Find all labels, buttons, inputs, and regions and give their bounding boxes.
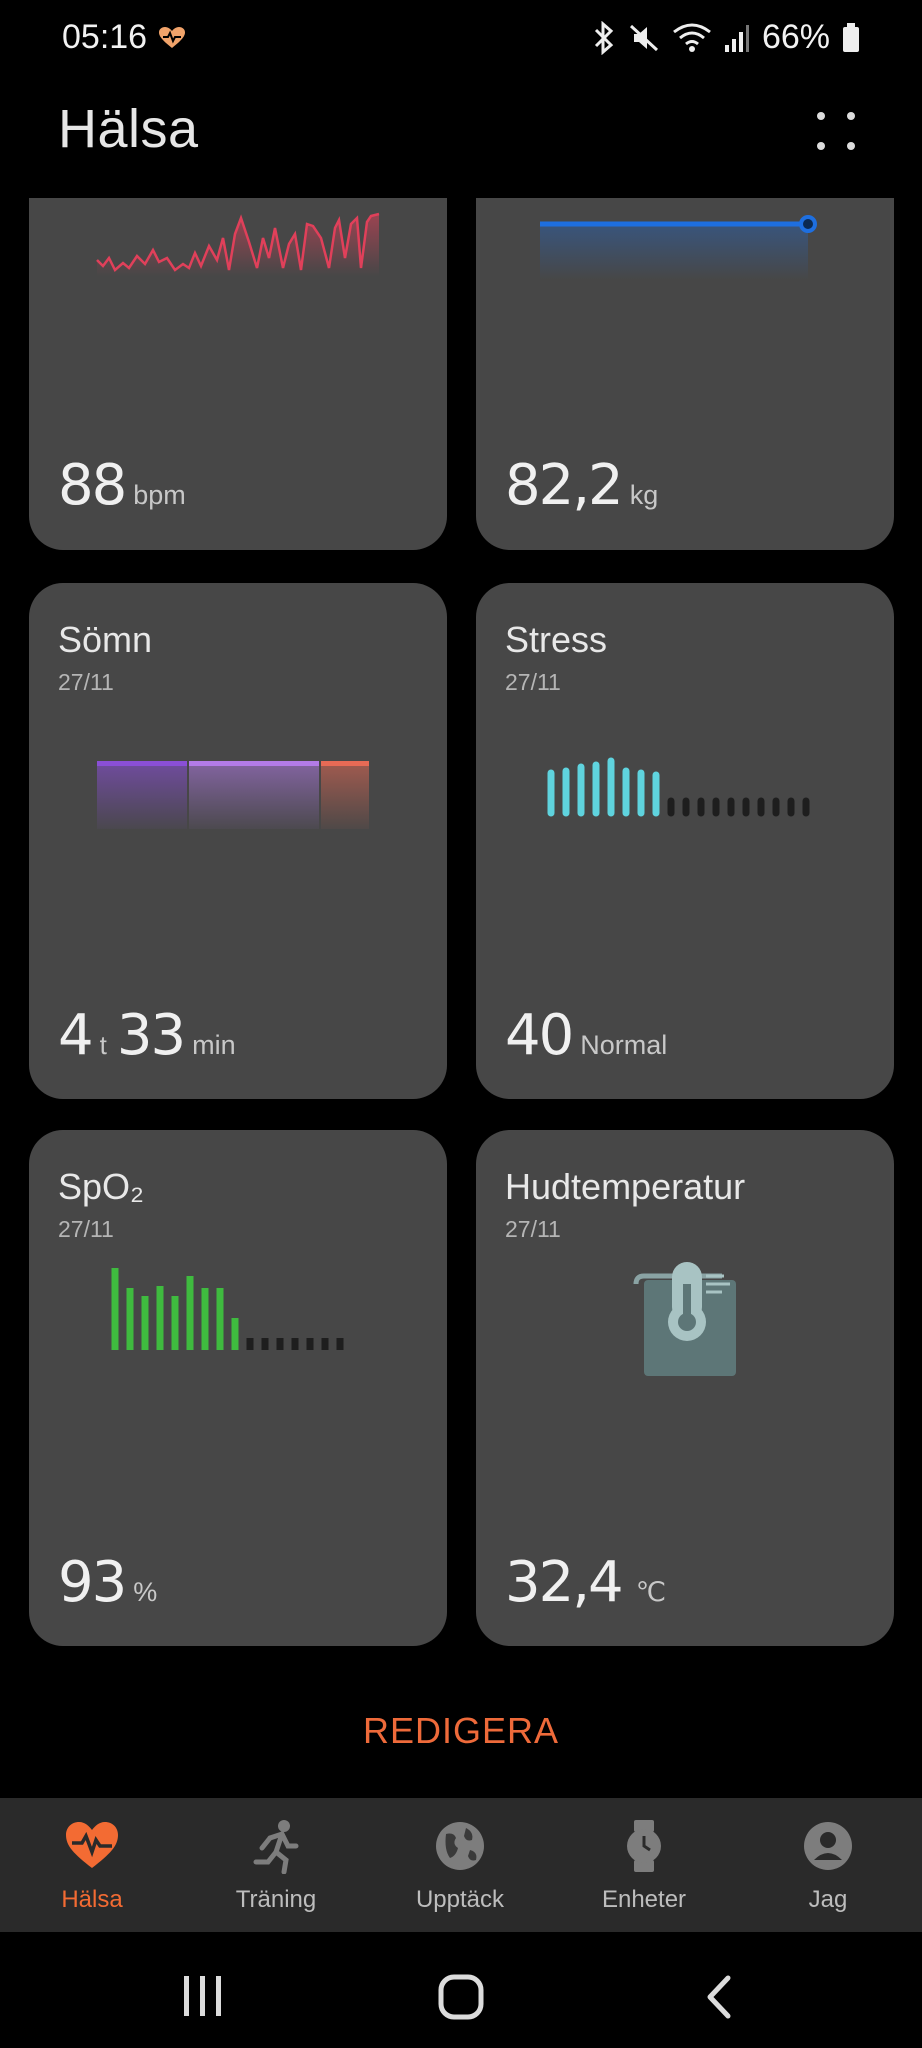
edit-button[interactable]: REDIGERA [0, 1710, 922, 1752]
status-icons: 66% [592, 18, 860, 57]
watch-icon [627, 1820, 661, 1872]
battery-percent: 66% [761, 18, 830, 56]
page-title: Hälsa [58, 99, 199, 159]
recent-apps-icon[interactable] [180, 1974, 226, 2018]
profile-icon [804, 1822, 852, 1870]
status-time: 05:16 [62, 18, 148, 56]
weight-chart [540, 215, 817, 280]
spo2-date: 27/11 [58, 1216, 114, 1242]
health-cards-scroll[interactable]: 88 bpm 82,2 kg Sömn 27/11 4 t 33 min Str… [0, 198, 922, 1798]
sleep-date: 27/11 [58, 669, 114, 695]
skin-temperature-title: Hudtemperatur [505, 1166, 746, 1207]
thermometer-icon [633, 1262, 736, 1376]
nav-label-traning: Träning [235, 1886, 317, 1913]
wifi-icon [672, 22, 712, 54]
signal-icon [724, 23, 750, 53]
more-options-icon[interactable] [802, 106, 862, 156]
sleep-chart [97, 761, 369, 829]
nav-item-upptack[interactable]: Upptäck [368, 1798, 552, 1932]
stress-value: 40 Normal [505, 1003, 668, 1068]
spo2-chart [111, 1268, 344, 1350]
bottom-navigation: Hälsa Träning Upptäck Enheter Jag [0, 1798, 922, 1932]
skin-temperature-date: 27/11 [505, 1216, 561, 1242]
spo2-title: SpO₂ [58, 1166, 145, 1207]
skin-temperature-card[interactable]: Hudtemperatur 27/11 32,4 ℃ [476, 1130, 894, 1646]
globe-icon [436, 1822, 484, 1870]
nav-label-jag: Jag [808, 1886, 848, 1913]
running-icon [253, 1820, 299, 1874]
spo2-value: 93% [58, 1550, 158, 1615]
nav-item-traning[interactable]: Träning [184, 1798, 368, 1932]
heart-rate-card[interactable]: 88 bpm [29, 198, 447, 550]
nav-label-halsa: Hälsa [61, 1886, 123, 1913]
heart-status-icon [158, 26, 186, 55]
spo2-card[interactable]: SpO₂ 27/11 93 % [29, 1130, 447, 1646]
skin-temperature-value: 32,4 ℃ [505, 1550, 667, 1615]
heart-pulse-icon [66, 1822, 118, 1868]
stress-chart [547, 757, 810, 817]
nav-item-enheter[interactable]: Enheter [552, 1798, 736, 1932]
home-icon[interactable] [438, 1974, 484, 2020]
heart-rate-chart [96, 212, 380, 276]
sleep-title: Sömn [58, 619, 153, 660]
battery-icon [842, 22, 860, 53]
bluetooth-icon [592, 20, 616, 55]
sleep-card[interactable]: Sömn 27/11 4 t 33 min [29, 583, 447, 1099]
mute-icon [628, 22, 660, 54]
system-navigation-bar [0, 1932, 922, 2048]
nav-label-upptack: Upptäck [415, 1886, 505, 1913]
nav-item-jag[interactable]: Jag [736, 1798, 920, 1932]
stress-date: 27/11 [505, 669, 561, 695]
weight-value: 82,2 kg [505, 453, 659, 518]
heart-rate-value: 88 bpm [58, 453, 186, 518]
nav-item-halsa[interactable]: Hälsa [0, 1798, 184, 1932]
sleep-value: 4 t 33 min [58, 1003, 236, 1068]
nav-label-enheter: Enheter [601, 1886, 687, 1913]
stress-card[interactable]: Stress 27/11 40 Normal [476, 583, 894, 1099]
weight-card[interactable]: 82,2 kg [476, 198, 894, 550]
stress-title: Stress [505, 619, 608, 660]
back-icon[interactable] [704, 1974, 734, 2020]
